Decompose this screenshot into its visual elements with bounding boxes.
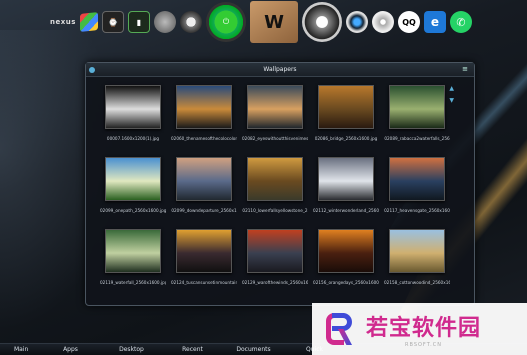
wallpaper-thumbnail[interactable] [247,229,303,273]
camera-icon[interactable] [346,11,368,33]
wallpaper-thumbnail[interactable] [105,157,161,201]
wallpaper-item[interactable]: 02060_thenamesofthecolocoloredi [171,81,237,153]
settings-gear-icon[interactable] [154,11,176,33]
wallpaper-thumbnail[interactable] [247,157,303,201]
wallpaper-thumbnail[interactable] [176,85,232,129]
wallpaper-item[interactable]: 02099_onepath_2560x1600.jpg [100,153,166,225]
wallpapers-window: Wallpapers ≡ 00007.1600x1200(1).jpg 02060… [85,62,475,306]
wallpaper-item[interactable]: 02082_eyeswithoutthisvenimes [242,81,308,153]
wallpaper-caption: 02099_downdeparture_2560x1 [171,208,237,213]
whatsapp-icon[interactable]: ✆ [450,11,472,33]
wallpaper-caption: 02086_bridge_2560x1600.jpg [314,136,378,141]
wallpaper-caption: 02129_warofthewinds_2560x16 [242,280,308,285]
wallpaper-caption: 02112_winterwonderland_2560x [313,208,379,213]
wallpaper-caption: 02119_waterfall_2560x1600.jpg [100,280,166,285]
watermark-banner: 若宝软件园 RBSOFT.CN [312,303,527,355]
package-box-icon[interactable]: W [250,1,298,43]
clock-icon[interactable]: ⌚ [102,11,124,33]
wallpaper-thumbnail[interactable] [389,85,445,129]
wallpaper-thumbnail[interactable] [105,85,161,129]
qq-icon[interactable]: QQ [398,11,420,33]
ring-icon[interactable] [180,11,202,33]
wallpaper-caption: 02158_cottonwoodind_2560x16 [384,280,450,285]
wallpaper-thumbnail[interactable] [389,229,445,273]
window-options-icon[interactable]: ≡ [462,65,468,73]
wallpaper-caption: 02082_eyeswithoutthisvenimes [242,136,308,141]
wallpaper-item[interactable]: 02112_winterwonderland_2560x [313,153,379,225]
watermark-url: RBSOFT.CN [405,342,442,348]
window-titlebar[interactable]: Wallpapers ≡ [86,63,474,77]
taskbar-item-recent[interactable]: Recent [162,346,223,353]
edge-icon[interactable]: e [424,11,446,33]
wallpaper-item[interactable]: 02158_cottonwoodind_2560x16 [384,225,450,297]
battery-icon[interactable]: ▮ [128,11,150,33]
watermark-text: 若宝软件园 [366,316,482,341]
power-icon[interactable]: ⏻ [206,2,246,42]
wallpaper-thumbnail[interactable] [318,157,374,201]
taskbar-item-documents[interactable]: Documents [223,346,284,353]
headphones-icon[interactable] [302,2,342,42]
scroll-down-icon[interactable]: ▼ [449,97,454,104]
watermark-logo-icon [326,313,354,345]
window-title: Wallpapers [263,66,297,73]
wallpaper-thumbnail[interactable] [247,85,303,129]
taskbar-item-main[interactable]: Main [0,346,40,353]
wallpaper-thumbnail[interactable] [176,229,232,273]
wallpaper-item[interactable]: 02129_warofthewinds_2560x16 [242,225,308,297]
app-dock: nexus ⌚ ▮ ⏻ W QQ e ✆ [50,0,490,44]
wallpaper-item[interactable]: 00007.1600x1200(1).jpg [100,81,166,153]
disc-icon[interactable] [372,11,394,33]
wallpaper-thumbnail[interactable] [105,229,161,273]
wallpaper-caption: 02060_thenamesofthecolocoloredi [171,136,237,141]
wallpaper-thumbnail[interactable] [318,229,374,273]
wallpaper-caption: 02099_onepath_2560x1600.jpg [100,208,166,213]
wallpaper-caption: 02156_orangedays_2560x1600 [313,280,379,285]
wallpaper-thumbnail[interactable] [389,157,445,201]
wallpaper-item[interactable]: 02086_bridge_2560x1600.jpg [313,81,379,153]
nexus-logo[interactable]: nexus [50,11,76,33]
wallpaper-item[interactable]: 02117_heavensgate_2560x160 [384,153,450,225]
wallpaper-caption: 02117_heavensgate_2560x160 [384,208,450,213]
wallpaper-thumbnail[interactable] [318,85,374,129]
wallpaper-item[interactable]: 02119_waterfall_2560x1600.jpg [100,225,166,297]
window-menu-icon[interactable] [89,67,95,73]
wallpaper-item[interactable]: 02099_downdeparture_2560x1 [171,153,237,225]
wallpaper-caption: 02124_tuscansunsetinmountains [171,280,237,285]
wallpaper-caption: 02089_rabacca2waterfalls_256 [384,136,450,141]
wallpaper-caption: 02110_lowerfallsyellowstone_2 [242,208,308,213]
wallpaper-grid: 00007.1600x1200(1).jpg 02060_thenamesofth… [100,81,450,303]
wallpaper-item[interactable]: 02124_tuscansunsetinmountains [171,225,237,297]
wallpaper-item[interactable]: 02156_orangedays_2560x1600 [313,225,379,297]
taskbar-item-desktop[interactable]: Desktop [101,346,162,353]
wallpaper-item[interactable]: 02110_lowerfallsyellowstone_2 [242,153,308,225]
taskbar-item-apps[interactable]: Apps [40,346,101,353]
windows-start-icon[interactable] [80,12,98,32]
wallpaper-caption: 00007.1600x1200(1).jpg [106,136,160,141]
wallpaper-thumbnail[interactable] [176,157,232,201]
wallpaper-item[interactable]: 02089_rabacca2waterfalls_256 [384,81,450,153]
scroll-up-icon[interactable]: ▲ [449,85,454,92]
